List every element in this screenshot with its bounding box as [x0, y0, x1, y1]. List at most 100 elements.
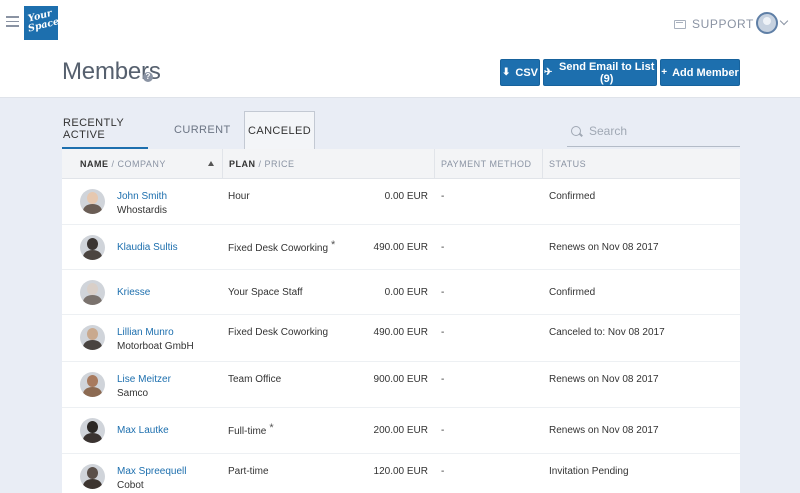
table-row[interactable]: John Smith Whostardis Hour 0.00 EUR - Co…: [62, 179, 740, 225]
search-box: [567, 115, 740, 147]
price-cell: 900.00 EUR: [373, 374, 428, 385]
plan-cell: Your Space Staff: [228, 287, 303, 298]
send-email-label: Send Email to List (9): [559, 60, 655, 85]
paper-plane-icon: ✈: [544, 67, 553, 78]
member-avatar[interactable]: [80, 235, 105, 260]
member-name-link[interactable]: Max Spreequell: [117, 466, 186, 477]
member-avatar[interactable]: [80, 325, 105, 350]
status-cell: Renews on Nov 08 2017: [549, 425, 659, 436]
members-panel: RECENTLY ACTIVE CURRENT CANCELED NAME / …: [62, 99, 740, 493]
plan-cell: Part-time: [228, 466, 269, 477]
table-row[interactable]: Kriesse Your Space Staff 0.00 EUR - Conf…: [62, 270, 740, 315]
price-cell: 490.00 EUR: [373, 327, 428, 338]
col-company-label: / COMPANY: [111, 159, 166, 169]
col-price-label: / PRICE: [258, 159, 295, 169]
payment-method-cell: -: [441, 466, 445, 477]
table-row[interactable]: Max Lautke Full-time * 200.00 EUR - Renew…: [62, 408, 740, 454]
member-company: Cobot: [117, 480, 144, 491]
col-status-label: STATUS: [549, 159, 587, 169]
price-cell: 200.00 EUR: [373, 425, 428, 436]
table-body: John Smith Whostardis Hour 0.00 EUR - Co…: [62, 179, 740, 493]
sort-asc-icon[interactable]: [208, 161, 214, 166]
member-name-link[interactable]: John Smith: [117, 191, 167, 202]
csv-button[interactable]: ⬇ CSV: [500, 59, 540, 86]
chat-icon: [674, 19, 686, 29]
plan-name: Hour: [228, 191, 250, 202]
plan-cell: Fixed Desk Coworking *: [228, 239, 336, 254]
member-name-link[interactable]: Lise Meitzer: [117, 374, 171, 385]
col-payment-method[interactable]: PAYMENT METHOD: [434, 149, 532, 179]
col-name-company[interactable]: NAME / COMPANY: [74, 149, 166, 179]
member-name-link[interactable]: Klaudia Sultis: [117, 242, 178, 253]
plan-name: Fixed Desk Coworking: [228, 327, 329, 338]
help-icon[interactable]: ?: [143, 72, 153, 82]
logo[interactable]: Your Space: [24, 6, 60, 40]
add-member-label: Add Member: [672, 66, 739, 79]
plus-icon: +: [661, 67, 668, 78]
menu-icon[interactable]: [6, 16, 19, 27]
col-plan-price[interactable]: PLAN / PRICE: [222, 149, 295, 179]
member-name-link[interactable]: Lillian Munro: [117, 327, 174, 338]
table-header: NAME / COMPANY PLAN / PRICE PAYMENT METH…: [62, 149, 740, 179]
plan-cell: Fixed Desk Coworking: [228, 327, 328, 338]
tab-label: CURRENT: [174, 124, 231, 136]
table-row[interactable]: Lise Meitzer Samco Team Office 900.00 EU…: [62, 362, 740, 408]
table-row[interactable]: Max Spreequell Cobot Part-time 120.00 EU…: [62, 454, 740, 493]
download-icon: ⬇: [501, 67, 511, 78]
plan-name: Team Office: [228, 374, 282, 385]
member-avatar[interactable]: [80, 418, 105, 443]
members-table: NAME / COMPANY PLAN / PRICE PAYMENT METH…: [62, 149, 740, 493]
star-icon: *: [269, 422, 274, 434]
plan-name: Your Space Staff: [228, 287, 303, 298]
plan-name: Full-time: [228, 426, 267, 437]
col-plan-label: PLAN: [229, 159, 256, 169]
member-avatar[interactable]: [80, 464, 105, 489]
plan-cell: Full-time *: [228, 422, 274, 437]
col-name-label: NAME: [80, 159, 109, 169]
price-cell: 490.00 EUR: [373, 242, 428, 253]
plan-cell: Hour: [228, 191, 250, 202]
member-company: Motorboat GmbH: [117, 341, 194, 352]
member-name-link[interactable]: Max Lautke: [117, 425, 169, 436]
user-avatar[interactable]: [756, 12, 778, 34]
member-avatar[interactable]: [80, 189, 105, 214]
tab-current[interactable]: CURRENT: [173, 111, 232, 149]
member-avatar[interactable]: [80, 372, 105, 397]
csv-label: CSV: [515, 66, 538, 79]
price-cell: 0.00 EUR: [384, 287, 428, 298]
payment-method-cell: -: [441, 287, 445, 298]
status-cell: Renews on Nov 08 2017: [549, 374, 659, 385]
chevron-down-icon[interactable]: [779, 16, 789, 26]
table-row[interactable]: Klaudia Sultis Fixed Desk Coworking * 490…: [62, 225, 740, 270]
status-cell: Canceled to: Nov 08 2017: [549, 327, 665, 338]
send-email-button[interactable]: ✈ Send Email to List (9): [543, 59, 657, 86]
payment-method-cell: -: [441, 374, 445, 385]
plan-name: Fixed Desk Coworking: [228, 243, 329, 254]
tab-recently-active[interactable]: RECENTLY ACTIVE: [62, 111, 148, 149]
member-name-link[interactable]: Kriesse: [117, 287, 150, 298]
plan-name: Part-time: [228, 466, 269, 477]
plan-cell: Team Office: [228, 374, 281, 385]
tab-label: CANCELED: [248, 124, 312, 137]
payment-method-cell: -: [441, 327, 445, 338]
col-status[interactable]: STATUS: [542, 149, 586, 179]
search-input[interactable]: [589, 123, 729, 138]
status-cell: Renews on Nov 08 2017: [549, 242, 659, 253]
search-icon: [571, 125, 581, 136]
member-company: Samco: [117, 388, 149, 399]
top-bar: Your Space SUPPORT Members ? ⬇ CSV ✈ Sen…: [0, 0, 800, 98]
table-row[interactable]: Lillian Munro Motorboat GmbH Fixed Desk …: [62, 315, 740, 362]
price-cell: 0.00 EUR: [384, 191, 428, 202]
payment-method-cell: -: [441, 242, 445, 253]
status-cell: Confirmed: [549, 191, 596, 202]
payment-method-cell: -: [441, 425, 445, 436]
status-cell: Invitation Pending: [549, 466, 629, 477]
add-member-button[interactable]: + Add Member: [660, 59, 740, 86]
star-icon: *: [331, 239, 336, 251]
support-link[interactable]: SUPPORT: [674, 17, 754, 31]
member-avatar[interactable]: [80, 280, 105, 305]
member-company: Whostardis: [117, 205, 168, 216]
tab-canceled[interactable]: CANCELED: [244, 111, 316, 149]
col-payment-label: PAYMENT METHOD: [441, 159, 532, 169]
payment-method-cell: -: [441, 191, 445, 202]
